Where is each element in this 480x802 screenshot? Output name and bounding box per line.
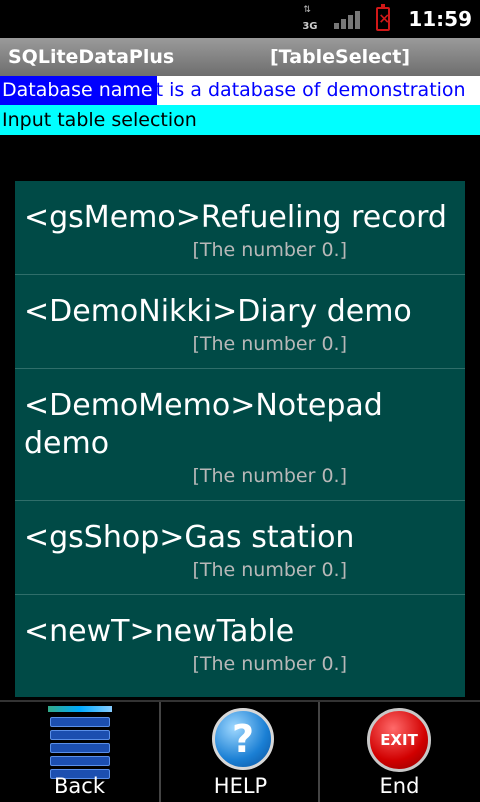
- table-item-demonikki[interactable]: <DemoNikki>Diary demo [The number 0.]: [15, 275, 465, 369]
- table-item-name: <gsShop>Gas station: [24, 520, 355, 555]
- exit-icon: EXIT: [367, 708, 431, 772]
- list-back-icon: [48, 706, 112, 779]
- table-item-demomemo[interactable]: <DemoMemo>Notepad demo [The number 0.]: [15, 369, 465, 501]
- title-bar: SQLiteDataPlus [TableSelect]: [0, 38, 480, 76]
- back-button[interactable]: Back: [0, 702, 159, 802]
- status-bar: ⇅ 3G × 11:59: [0, 0, 480, 38]
- table-item-count: [The number 0.]: [192, 559, 347, 581]
- table-item-newt[interactable]: <newT>newTable [The number 0.]: [15, 595, 465, 688]
- database-name-value: It is a database of demonstration: [150, 79, 466, 101]
- signal-strength-icon: [334, 9, 362, 29]
- table-item-name: <DemoNikki>Diary demo: [24, 294, 412, 329]
- network-3g-icon: ⇅ 3G: [300, 5, 322, 33]
- table-item-count: [The number 0.]: [192, 239, 347, 261]
- status-icons: ⇅ 3G × 11:59: [300, 0, 472, 38]
- app-title: SQLiteDataPlus: [8, 46, 175, 68]
- bottom-toolbar: Back ? HELP EXIT End: [0, 700, 480, 802]
- table-item-gsshop[interactable]: <gsShop>Gas station [The number 0.]: [15, 501, 465, 595]
- table-item-count: [The number 0.]: [192, 653, 347, 675]
- table-item-gsmemo[interactable]: <gsMemo>Refueling record [The number 0.]: [15, 181, 465, 275]
- battery-warning-icon: ×: [376, 4, 391, 31]
- table-selection-prompt: Input table selection: [0, 105, 480, 135]
- table-item-name: <newT>newTable: [24, 614, 295, 649]
- table-item-name: <DemoMemo>Notepad demo: [24, 388, 383, 461]
- table-item-count: [The number 0.]: [192, 333, 347, 355]
- table-list[interactable]: <gsMemo>Refueling record [The number 0.]…: [15, 181, 465, 697]
- help-button[interactable]: ? HELP: [161, 702, 320, 802]
- data-arrows-icon: ⇅: [303, 5, 311, 15]
- network-type: 3G: [302, 21, 318, 32]
- status-clock: 11:59: [408, 7, 472, 31]
- screen-title: [TableSelect]: [270, 46, 411, 68]
- help-icon: ?: [212, 708, 274, 770]
- database-name-row: Database name It is a database of demons…: [0, 76, 480, 105]
- back-button-label: Back: [54, 774, 105, 798]
- end-button-label: End: [379, 774, 420, 798]
- end-button[interactable]: EXIT End: [320, 702, 479, 802]
- database-name-label: Database name: [0, 76, 157, 105]
- table-item-name: <gsMemo>Refueling record: [24, 200, 447, 235]
- help-button-label: HELP: [213, 774, 268, 798]
- table-item-count: [The number 0.]: [192, 465, 347, 487]
